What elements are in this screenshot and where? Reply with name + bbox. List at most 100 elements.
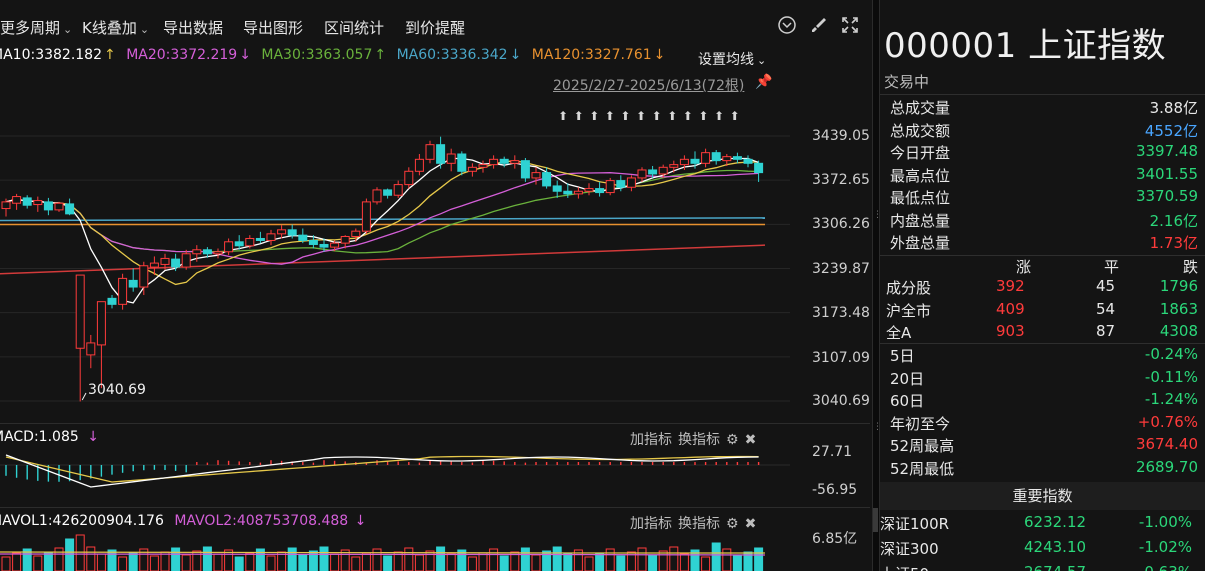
volume-chart[interactable] — [0, 530, 800, 571]
kline-overlay-dropdown[interactable]: K线叠加 ⌄ — [82, 17, 149, 38]
switch-indicator-button[interactable]: 换指标 — [678, 432, 720, 448]
perf-row: 5日 -0.24% — [890, 345, 1198, 367]
quote-panel: 000001 上证指数 交易中 总成交量 3.88亿 总成交额 4552亿 今日开盘 33… — [880, 0, 1205, 571]
fullscreen-icon[interactable] — [839, 15, 861, 37]
macd-value: MACD:1.085 — [0, 429, 79, 445]
stat-label: 最高点位 — [890, 166, 951, 185]
volume-bar — [319, 546, 329, 571]
breadth-down: 4308 — [1159, 322, 1198, 340]
stat-row: 内盘总量 2.16亿 — [890, 210, 1198, 232]
candle-body — [605, 180, 615, 194]
candle-body — [107, 297, 117, 305]
axis-label-y: 3372.65 — [812, 172, 870, 188]
volume-bar — [552, 546, 562, 571]
perf-row: 60日 -1.24% — [890, 390, 1198, 412]
candle-body — [658, 166, 668, 175]
ma30-arrow: ↑ — [374, 47, 387, 63]
index-value: 4243.10 — [1024, 538, 1087, 556]
candle-body — [754, 162, 764, 174]
volume-bar — [181, 554, 191, 571]
volume-bar — [584, 556, 594, 571]
date-range-label[interactable]: 2025/2/27-2025/6/13(72根) — [553, 75, 744, 95]
volume-bar — [287, 547, 297, 571]
drag-handle-icon[interactable]: ⋮ — [873, 420, 882, 434]
candle-body — [308, 239, 318, 245]
index-row[interactable]: 上证50 2674.57 -0.63% — [880, 563, 1200, 571]
mavol2-arrow: ↓ — [354, 513, 367, 529]
volume-bar — [234, 556, 244, 571]
volume-bar — [361, 552, 371, 571]
volume-bar — [330, 553, 340, 571]
signal-arrow: ⬆ — [652, 109, 662, 123]
candle-body — [224, 241, 234, 253]
drag-handle-icon[interactable]: ⋮ — [873, 208, 882, 222]
candle-body — [446, 153, 456, 164]
ma120-arrow: ↓ — [653, 47, 666, 63]
volume-bar — [616, 555, 626, 571]
volume-bar — [658, 550, 668, 571]
stat-row: 总成交量 3.88亿 — [890, 97, 1198, 119]
range-stats-button[interactable]: 区间统计 — [324, 17, 384, 38]
breadth-label: 沪全市 — [886, 301, 932, 320]
signal-arrow: ⬆ — [667, 109, 677, 123]
candle-body — [213, 251, 223, 255]
volume-bar — [414, 554, 424, 571]
set-ma-dropdown[interactable]: 设置均线 ⌄ — [698, 49, 766, 69]
volume-bar — [732, 555, 742, 571]
brush-icon[interactable] — [808, 15, 830, 37]
perf-label: 年初至今 — [890, 414, 951, 433]
export-graphic-button[interactable]: 导出图形 — [243, 17, 303, 38]
volume-bar — [213, 553, 223, 571]
divider — [880, 94, 1205, 95]
stat-row: 外盘总量 1.73亿 — [890, 232, 1198, 254]
breadth-flat: 87 — [1096, 322, 1116, 340]
candle-body — [65, 203, 75, 215]
candle-body — [149, 262, 159, 268]
stat-value: 1.73亿 — [1149, 234, 1198, 252]
stat-value: 3397.48 — [1135, 142, 1198, 160]
breadth-up: 392 — [996, 277, 1025, 295]
signal-arrow: ⬆ — [714, 109, 724, 123]
ma60-value: MA60:3336.342 — [396, 47, 508, 63]
export-data-button[interactable]: 导出数据 — [163, 17, 223, 38]
index-row[interactable]: 深证100R 6232.12 -1.00% — [880, 513, 1200, 535]
candle-body — [255, 237, 265, 241]
scroll-thumb[interactable] — [873, 508, 878, 532]
candle-body — [139, 265, 149, 288]
volume-bar — [478, 552, 488, 571]
perf-label: 5日 — [890, 347, 915, 365]
candle-body — [340, 235, 350, 244]
add-indicator-button[interactable]: 加指标 — [630, 432, 672, 448]
signal-arrow: ⬆ — [574, 109, 584, 123]
ma-line-long — [0, 244, 766, 275]
min-price-label: 3040.69 — [88, 382, 146, 398]
volume-bar — [605, 548, 615, 571]
macd-dif-line — [5, 454, 759, 488]
more-periods-label: 更多周期 — [0, 19, 61, 37]
candle-body — [33, 200, 43, 206]
macd-axis-top: 27.71 — [812, 444, 853, 460]
index-name: 上证50 — [880, 563, 929, 571]
volume-bar — [54, 547, 64, 571]
ma20-arrow: ↓ — [239, 47, 251, 63]
candle-body — [234, 241, 244, 247]
scrollbar[interactable]: ⋮ ⋮ — [872, 90, 882, 560]
perf-value: -0.11% — [1144, 367, 1198, 386]
collapse-circle-icon[interactable] — [776, 15, 798, 37]
more-periods-dropdown[interactable]: 更多周期 ⌄ — [0, 17, 72, 38]
kline-chart[interactable]: ⬆ ⬆ ⬆ ⬆ ⬆ ⬆ ⬆ ⬆ ⬆ ⬆ ⬆ ⬆ — [0, 96, 800, 421]
gear-icon[interactable]: ⚙ — [726, 432, 739, 448]
macd-chart[interactable] — [0, 447, 800, 507]
candle-body — [626, 177, 636, 188]
ma60-line — [0, 217, 766, 222]
candle-body — [467, 166, 477, 172]
volume-bar — [563, 553, 573, 571]
volume-bar — [128, 552, 138, 571]
pin-icon[interactable]: 📌 — [755, 74, 772, 90]
close-icon[interactable]: ✖ — [745, 432, 757, 448]
volume-bar — [149, 555, 159, 571]
index-row[interactable]: 深证300 4243.10 -1.02% — [880, 538, 1200, 560]
page-title: 000001 上证指数 — [884, 26, 1167, 66]
perf-value: +0.76% — [1137, 412, 1198, 431]
price-alert-button[interactable]: 到价提醒 — [405, 17, 465, 38]
